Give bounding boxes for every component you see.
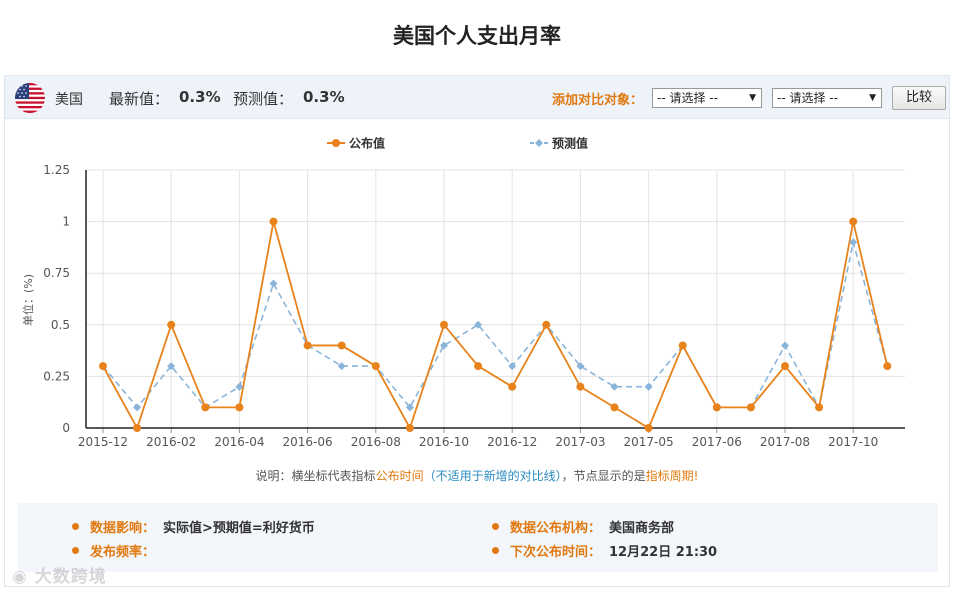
watermark: ◉ 大数跨境	[12, 562, 107, 587]
published-point	[303, 341, 312, 350]
published-point	[849, 217, 858, 226]
legend-published-label: 公布值	[349, 136, 385, 151]
chart-note: 说明：横坐标代表指标公布时间（不适用于新增的对比线），节点显示的是指标周期!	[0, 467, 954, 484]
info-next-release: 下次公布时间： 12月22日 21:30	[492, 541, 717, 560]
impact-label: 数据影响：	[90, 521, 156, 536]
legend-forecast-marker	[535, 139, 543, 147]
agency-value: 美国商务部	[609, 521, 675, 536]
bullet-icon	[72, 523, 79, 530]
legend-published-marker	[332, 139, 340, 147]
published-point	[133, 424, 142, 432]
forecast-point	[133, 403, 142, 412]
forecast-point	[781, 341, 789, 350]
y-tick-label: 0.75	[43, 266, 70, 280]
published-point	[337, 341, 346, 350]
impact-value: 实际值>预期值=利好货币	[163, 521, 315, 536]
info-frequency: 发布频率：	[72, 541, 163, 560]
note-time: 公布时间	[375, 469, 424, 483]
watermark-logo-icon: ◉	[12, 567, 35, 587]
x-tick-label: 2017-08	[760, 435, 810, 449]
y-tick-label: 0.25	[43, 369, 70, 383]
published-point	[269, 217, 278, 226]
note-mid: ，节点显示的是	[561, 469, 646, 483]
bullet-icon	[492, 523, 499, 530]
note-prefix: 说明：横坐标代表指标	[255, 469, 376, 483]
forecast-point	[269, 279, 278, 288]
forecast-point	[610, 382, 619, 391]
y-axis-label: 单位：(%)	[21, 274, 35, 326]
x-tick-label: 2015-12	[78, 435, 128, 449]
x-tick-label: 2017-10	[828, 435, 878, 449]
published-point	[371, 362, 380, 371]
published-point	[576, 382, 585, 391]
info-box: 数据影响： 实际值>预期值=利好货币 数据公布机构： 美国商务部 发布频率： 下次公…	[18, 503, 938, 572]
forecast-point	[337, 362, 346, 371]
x-tick-label: 2016-08	[351, 435, 401, 449]
x-tick-label: 2016-12	[487, 435, 537, 449]
published-point	[167, 320, 176, 329]
y-tick-label: 0	[62, 421, 70, 435]
x-tick-label: 2017-03	[555, 435, 605, 449]
y-tick-label: 0.5	[51, 318, 70, 332]
legend-forecast-label: 预测值	[552, 136, 588, 151]
x-tick-label: 2017-05	[624, 435, 674, 449]
frequency-label: 发布频率：	[90, 545, 156, 560]
x-tick-label: 2016-06	[283, 435, 333, 449]
published-point	[678, 341, 687, 350]
next-release-value: 12月22日 21:30	[609, 545, 718, 560]
published-point	[542, 320, 551, 329]
published-point	[610, 403, 619, 412]
published-point	[746, 403, 755, 412]
info-agency: 数据公布机构： 美国商务部	[492, 517, 674, 536]
published-point	[474, 362, 483, 371]
info-impact: 数据影响： 实际值>预期值=利好货币	[72, 517, 315, 536]
published-point	[644, 424, 653, 432]
y-tick-label: 1	[62, 215, 70, 229]
published-point	[883, 362, 892, 371]
x-tick-label: 2017-06	[692, 435, 742, 449]
published-point	[201, 403, 210, 412]
bullet-icon	[72, 547, 79, 554]
next-release-label: 下次公布时间：	[510, 545, 602, 560]
published-point	[815, 403, 824, 412]
bullet-icon	[492, 547, 499, 554]
published-point	[781, 362, 789, 371]
x-tick-label: 2016-02	[146, 435, 196, 449]
note-end: !	[693, 469, 699, 483]
published-point	[405, 424, 414, 432]
x-tick-label: 2016-04	[214, 435, 264, 449]
agency-label: 数据公布机构：	[510, 521, 602, 536]
note-paren: （不适用于新增的对比线）	[423, 469, 562, 483]
y-tick-label: 1.25	[43, 163, 70, 177]
forecast-point	[644, 382, 653, 391]
published-point	[712, 403, 721, 412]
published-point	[99, 362, 107, 371]
note-period: 指标周期	[645, 469, 694, 483]
forecast-point	[440, 341, 448, 350]
watermark-text: 大数跨境	[34, 567, 107, 587]
x-tick-label: 2016-10	[419, 435, 469, 449]
published-point	[440, 320, 448, 329]
published-point	[508, 382, 517, 391]
line-chart: 0 0.25 0.5 0.75 1 1.25 2015-12 2016-02 2016-04 20…	[21, 136, 905, 449]
published-point	[235, 403, 244, 412]
